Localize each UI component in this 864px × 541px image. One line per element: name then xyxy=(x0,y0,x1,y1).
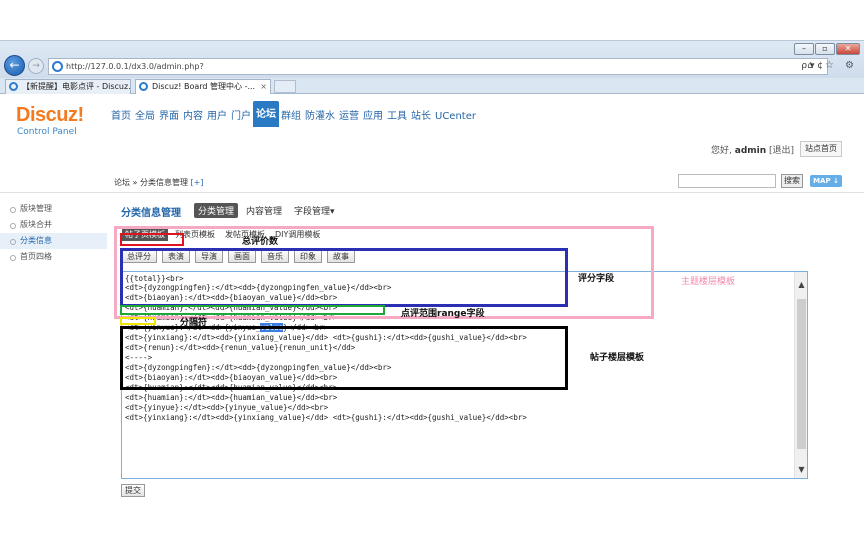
url-text[interactable]: http://127.0.0.1/dx3.0/admin.php? xyxy=(66,62,204,71)
home-favorites-settings-icons[interactable]: ⌂ ☆ ⚙ xyxy=(807,60,858,71)
logout-link[interactable]: [退出] xyxy=(769,146,794,156)
ie-page-icon xyxy=(52,61,63,72)
ie-tab-icon xyxy=(139,82,148,91)
map-button[interactable]: MAP ↓ xyxy=(810,175,842,187)
code-line: <dt>{yinxiang}:</dt><dd>{yinxiang_value}… xyxy=(125,413,527,422)
site-home-button[interactable]: 站点首页 xyxy=(800,141,842,157)
back-arrow-icon[interactable]: ← xyxy=(4,55,25,76)
forward-arrow-icon[interactable]: → xyxy=(28,58,44,74)
window-controls: – ▫ ✕ xyxy=(794,43,860,55)
breadcrumb: 论坛 » 分类信息管理 [+] xyxy=(114,177,203,188)
nav-content[interactable]: 内容 xyxy=(181,109,205,125)
tab-strip: 【新提醒】电影点评 - Discuz... Discuz! Board 管理中心… xyxy=(0,78,864,94)
nav-operations[interactable]: 运营 xyxy=(337,109,361,125)
nav-webmaster[interactable]: 站长 xyxy=(409,109,433,125)
close-tab-icon[interactable]: × xyxy=(260,80,267,93)
new-tab-button[interactable] xyxy=(274,80,296,93)
submit-button[interactable]: 提交 xyxy=(121,484,145,497)
greeting: 您好, xyxy=(711,146,732,156)
sidebar-item-threadtype[interactable]: 分类信息 xyxy=(0,233,107,249)
nav-interface[interactable]: 界面 xyxy=(157,109,181,125)
scroll-down-icon[interactable]: ▼ xyxy=(796,465,807,474)
address-bar[interactable]: http://127.0.0.1/dx3.0/admin.php? ρ ▾ ¢ xyxy=(48,58,828,75)
logo-subtitle: Control Panel xyxy=(17,127,77,137)
nav-home[interactable]: 首页 xyxy=(109,109,133,125)
page-title: 分类信息管理 xyxy=(121,208,181,219)
sidebar-item-grid[interactable]: 首页四格 xyxy=(0,249,107,265)
annotation-fields: 评分字段 xyxy=(578,274,615,284)
tab-label: Discuz! Board 管理中心 -... xyxy=(152,82,256,91)
annotation-total: 总评价数 xyxy=(242,237,279,247)
discuz-logo: Discuz! xyxy=(16,104,84,126)
reply-template-box xyxy=(120,326,568,390)
browser-tab-active[interactable]: Discuz! Board 管理中心 -... × xyxy=(135,79,271,94)
annotation-separator: 分隔符 xyxy=(180,318,208,328)
main-nav: 首页 全局 界面 内容 用户 门户 论坛 群组 防灌水 运营 应用 工具 站长 … xyxy=(109,101,478,127)
tab-content-manage[interactable]: 内容管理 xyxy=(242,203,286,218)
maximize-button[interactable]: ▫ xyxy=(815,43,835,55)
user-info: 您好, admin [退出] xyxy=(711,143,794,156)
total-box xyxy=(120,233,184,246)
scroll-up-icon[interactable]: ▲ xyxy=(796,280,807,289)
close-window-button[interactable]: ✕ xyxy=(836,43,860,55)
nav-groups[interactable]: 群组 xyxy=(279,109,303,125)
nav-antispam[interactable]: 防灌水 xyxy=(303,109,337,125)
annotation-reply-template: 帖子楼层模板 xyxy=(590,353,645,363)
breadcrumb-path: 论坛 » 分类信息管理 xyxy=(114,178,188,187)
admin-header: Discuz! Control Panel 首页 全局 界面 内容 用户 门户 … xyxy=(0,95,864,169)
nav-forum[interactable]: 论坛 xyxy=(253,101,279,127)
username: admin xyxy=(734,146,767,156)
code-line: <dt>{yinyue}:</dt><dd>{yinyue_value}</dd… xyxy=(125,403,329,412)
tab-type-manage[interactable]: 分类管理 xyxy=(194,203,239,218)
breadcrumb-bar: 论坛 » 分类信息管理 [+] 搜索 MAP ↓ xyxy=(0,169,864,193)
nav-ucenter[interactable]: UCenter xyxy=(433,109,478,125)
add-shortcut-link[interactable]: [+] xyxy=(191,178,204,187)
nav-users[interactable]: 用户 xyxy=(205,109,229,125)
scroll-thumb[interactable] xyxy=(797,299,806,449)
search-button[interactable]: 搜索 xyxy=(781,174,803,188)
tab-label: 【新提醒】电影点评 - Discuz... xyxy=(22,82,131,91)
browser-tab[interactable]: 【新提醒】电影点评 - Discuz... xyxy=(5,79,131,94)
nav-tools[interactable]: 工具 xyxy=(385,109,409,125)
tab-field-manage[interactable]: 字段管理▾ xyxy=(290,203,339,218)
section-tabs: 分类管理 内容管理 字段管理▾ xyxy=(194,203,339,218)
range-box xyxy=(120,305,385,315)
code-line: <dt>{huamian}:</dt><dd>{huamian_value}</… xyxy=(125,393,338,402)
minimize-button[interactable]: – xyxy=(794,43,814,55)
nav-global[interactable]: 全局 xyxy=(133,109,157,125)
search-input[interactable] xyxy=(678,174,776,188)
separator-box xyxy=(120,317,156,325)
editor-scrollbar[interactable]: ▲ ▼ xyxy=(794,272,807,478)
sidebar: 版块管理 版块合并 分类信息 首页四格 xyxy=(0,193,107,541)
nav-portal[interactable]: 门户 xyxy=(229,109,253,125)
ie-tab-icon xyxy=(9,82,18,91)
sidebar-item-forum-merge[interactable]: 版块合并 xyxy=(0,217,107,233)
blank-margin xyxy=(0,0,864,40)
sidebar-item-forum-manage[interactable]: 版块管理 xyxy=(0,201,107,217)
nav-apps[interactable]: 应用 xyxy=(361,109,385,125)
address-row: – ▫ ✕ ← → http://127.0.0.1/dx3.0/admin.p… xyxy=(0,41,864,78)
annotation-range: 点评范围range字段 xyxy=(401,309,485,319)
annotation-main-template: 主题楼层模板 xyxy=(681,277,736,287)
fields-box xyxy=(120,248,568,307)
